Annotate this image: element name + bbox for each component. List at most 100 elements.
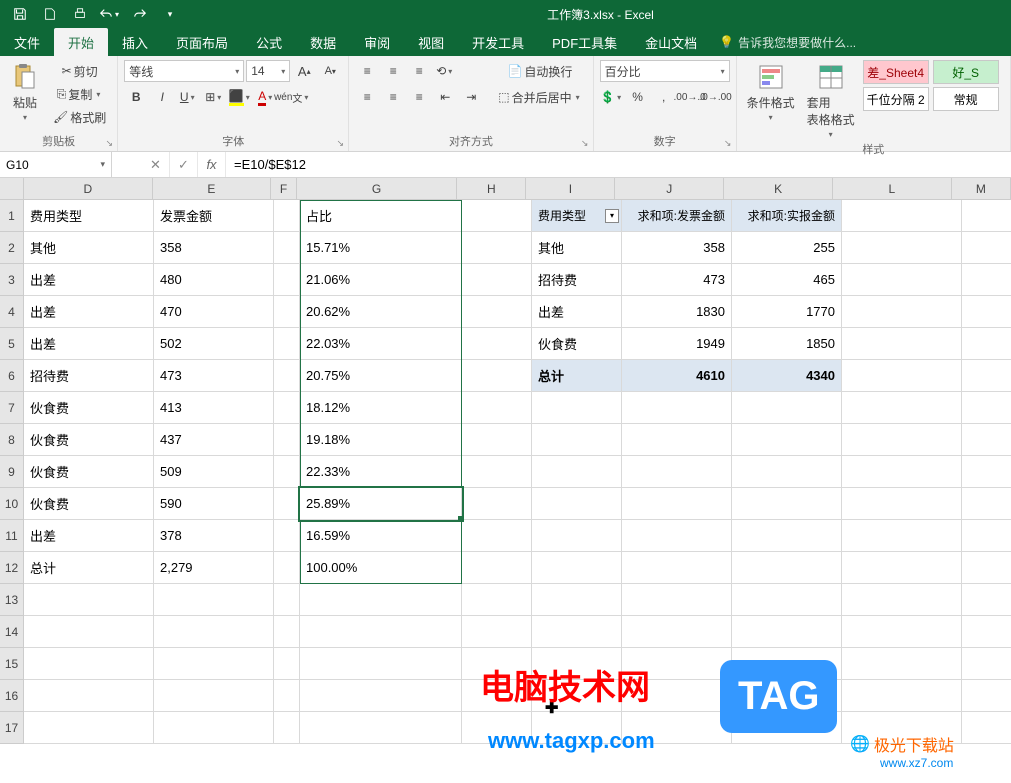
row-header-14[interactable]: 14 [0,616,24,648]
name-box[interactable]: G10▾ [0,152,112,177]
cell[interactable]: 总计 [24,552,154,584]
cell[interactable] [24,712,154,744]
cell[interactable]: 502 [154,328,274,360]
cell[interactable] [274,264,300,296]
italic-button[interactable]: I [150,86,174,108]
cell[interactable] [274,648,300,680]
cell[interactable]: 15.71% [300,232,462,264]
cell[interactable]: 2,279 [154,552,274,584]
cell[interactable]: 465 [732,264,842,296]
decrease-decimal-icon[interactable]: .0→.00 [704,86,728,108]
cell[interactable] [962,648,1011,680]
orientation-icon[interactable]: ⟲▾ [433,60,457,82]
cell[interactable]: 470 [154,296,274,328]
row-header-5[interactable]: 5 [0,328,24,360]
cell[interactable]: 出差 [532,296,622,328]
save-icon[interactable] [6,2,34,26]
cell[interactable] [962,264,1011,296]
cell[interactable]: 伙食费 [24,392,154,424]
cell[interactable]: 求和项:实报金额 [732,200,842,232]
tab-pdf[interactable]: PDF工具集 [538,28,631,56]
cell[interactable]: 20.75% [300,360,462,392]
cell-style-good[interactable]: 好_S [933,60,999,84]
cell[interactable] [462,552,532,584]
tab-view[interactable]: 视图 [404,28,458,56]
cell[interactable] [274,392,300,424]
cell[interactable] [622,584,732,616]
tab-home[interactable]: 开始 [54,28,108,56]
cell[interactable]: 求和项:发票金额 [622,200,732,232]
cell[interactable]: 25.89% [300,488,462,520]
cell[interactable] [732,616,842,648]
cell[interactable] [842,392,962,424]
borders-icon[interactable]: ⊞▾ [202,86,226,108]
new-file-icon[interactable] [36,2,64,26]
cell[interactable]: 20.62% [300,296,462,328]
cell[interactable]: 358 [622,232,732,264]
cell[interactable] [842,552,962,584]
cell[interactable] [732,392,842,424]
fill-handle[interactable] [458,516,464,522]
cell-style-normal[interactable]: 常规 [933,87,999,111]
tab-insert[interactable]: 插入 [108,28,162,56]
column-header-K[interactable]: K [724,178,833,200]
cell[interactable] [274,200,300,232]
bold-button[interactable]: B [124,86,148,108]
cell[interactable] [962,552,1011,584]
cell[interactable] [962,200,1011,232]
cell[interactable] [274,680,300,712]
tab-formulas[interactable]: 公式 [242,28,296,56]
cell[interactable] [462,488,532,520]
cell[interactable] [962,616,1011,648]
cell[interactable]: 招待费 [532,264,622,296]
cell[interactable] [462,264,532,296]
cell[interactable] [622,520,732,552]
cell[interactable]: 伙食费 [24,424,154,456]
cell[interactable] [842,648,962,680]
cell[interactable] [732,584,842,616]
cell[interactable] [842,264,962,296]
cell[interactable]: 590 [154,488,274,520]
row-header-7[interactable]: 7 [0,392,24,424]
cell[interactable] [622,424,732,456]
cell[interactable]: 19.18% [300,424,462,456]
number-launcher-icon[interactable]: ↘ [722,137,734,149]
cell[interactable] [462,328,532,360]
cell[interactable] [962,488,1011,520]
cell[interactable] [842,360,962,392]
cell[interactable]: 473 [622,264,732,296]
cell[interactable] [154,712,274,744]
cell[interactable] [532,520,622,552]
undo-icon[interactable]: ▾ [96,2,124,26]
cell[interactable]: 出差 [24,520,154,552]
cell[interactable]: 4610 [622,360,732,392]
number-format-combo[interactable]: 百分比▾ [600,60,730,82]
cell[interactable] [962,584,1011,616]
column-header-E[interactable]: E [153,178,272,200]
percent-format-icon[interactable]: % [626,86,650,108]
align-top-icon[interactable]: ≡ [355,60,379,82]
cell[interactable]: 费用类型▾ [532,200,622,232]
cell[interactable]: 总计 [532,360,622,392]
cell-style-bad[interactable]: 差_Sheet4 [863,60,929,84]
cell[interactable]: 其他 [24,232,154,264]
align-right-icon[interactable]: ≡ [407,86,431,108]
alignment-launcher-icon[interactable]: ↘ [579,137,591,149]
cell[interactable] [300,712,462,744]
column-header-M[interactable]: M [952,178,1011,200]
row-header-17[interactable]: 17 [0,712,24,744]
align-center-icon[interactable]: ≡ [381,86,405,108]
cell[interactable] [274,360,300,392]
cell[interactable] [274,552,300,584]
cell[interactable]: 22.33% [300,456,462,488]
cell[interactable] [842,456,962,488]
print-icon[interactable] [66,2,94,26]
row-header-12[interactable]: 12 [0,552,24,584]
tab-developer[interactable]: 开发工具 [458,28,538,56]
cell[interactable]: 1830 [622,296,732,328]
cell[interactable]: 伙食费 [24,456,154,488]
accept-formula-icon[interactable]: ✓ [170,152,198,177]
cell[interactable] [962,328,1011,360]
cell[interactable] [274,616,300,648]
underline-button[interactable]: U▾ [176,86,200,108]
